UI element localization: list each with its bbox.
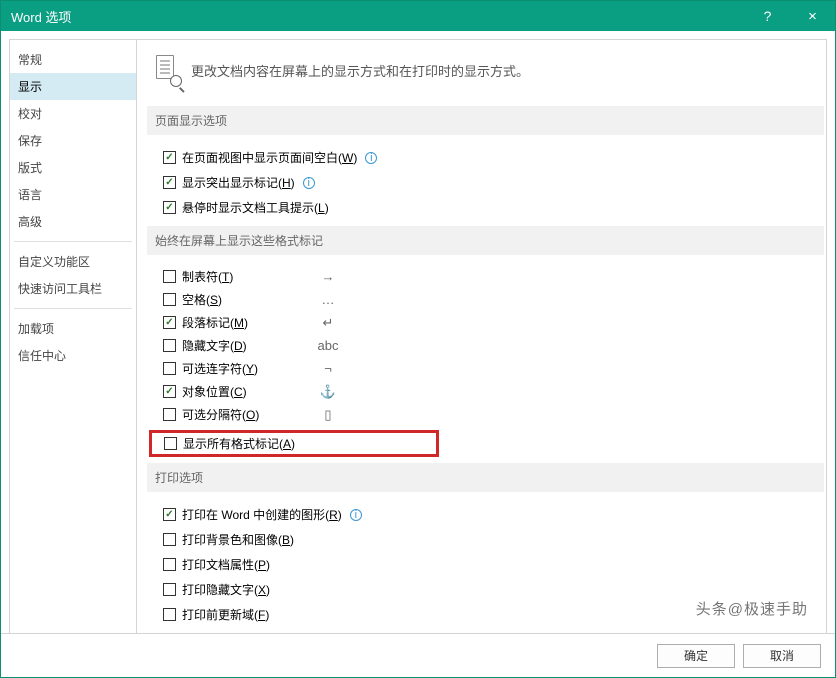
option-label: 打印前更新域(F) (182, 606, 269, 623)
help-button[interactable]: ? (745, 1, 790, 31)
format-glyph-icon: ▯ (308, 407, 348, 423)
checkbox[interactable] (163, 201, 176, 214)
option-row: 打印文档属性(P) (147, 552, 824, 577)
formatting-mark-row: 可选连字符(Y) ¬ (147, 357, 824, 380)
dialog-footer: 确定 取消 (1, 633, 835, 677)
option-label: 打印隐藏文字(X) (182, 581, 270, 598)
option-row: 显示突出显示标记(H) i (147, 170, 824, 195)
info-icon[interactable]: i (350, 509, 362, 521)
format-glyph-icon: ⚓ (308, 384, 348, 400)
option-label: 对象位置(C) (182, 383, 302, 400)
sidebar-item[interactable]: 常规 (10, 46, 136, 73)
sidebar-item[interactable]: 高级 (10, 208, 136, 235)
content-pane: 更改文档内容在屏幕上的显示方式和在打印时的显示方式。 页面显示选项 在页面视图中… (137, 39, 827, 633)
sidebar-item[interactable]: 显示 (10, 73, 136, 100)
option-row: 打印隐藏文字(X) (147, 577, 824, 602)
checkbox[interactable] (163, 533, 176, 546)
window-title: Word 选项 (11, 7, 745, 26)
formatting-mark-row: 制表符(T) → (147, 265, 824, 288)
option-row: 打印背景色和图像(B) (147, 527, 824, 552)
checkbox[interactable] (163, 293, 176, 306)
option-row: 打印在 Word 中创建的图形(R) i (147, 502, 824, 527)
formatting-mark-row: 隐藏文字(D) abc (147, 334, 824, 357)
checkbox-show-all-formatting[interactable] (164, 437, 177, 450)
option-label: 可选分隔符(O) (182, 406, 302, 423)
cancel-button[interactable]: 取消 (743, 644, 821, 668)
sidebar-item[interactable]: 信任中心 (10, 342, 136, 369)
sidebar-item[interactable]: 语言 (10, 181, 136, 208)
option-label: 打印在 Word 中创建的图形(R) (182, 506, 342, 523)
formatting-mark-row: 对象位置(C) ⚓ (147, 380, 824, 403)
checkbox[interactable] (163, 270, 176, 283)
formatting-mark-row: 段落标记(M) ↵ (147, 311, 824, 334)
sidebar-item[interactable]: 自定义功能区 (10, 248, 136, 275)
option-row: 打印前更新域(F) (147, 602, 824, 627)
option-label: 显示突出显示标记(H) (182, 174, 295, 191)
format-glyph-icon: abc (308, 338, 348, 353)
checkbox[interactable] (163, 385, 176, 398)
checkbox[interactable] (163, 508, 176, 521)
section-print-options: 打印选项 (147, 463, 824, 492)
close-button[interactable]: × (790, 1, 835, 31)
option-label: 悬停时显示文档工具提示(L) (182, 199, 329, 216)
dialog-body: 常规显示校对保存版式语言高级自定义功能区快速访问工具栏加载项信任中心 更改文档内… (1, 31, 835, 633)
page-header: 更改文档内容在屏幕上的显示方式和在打印时的显示方式。 (147, 50, 824, 100)
option-row: 在页面视图中显示页面间空白(W) i (147, 145, 824, 170)
content-scroll[interactable]: 更改文档内容在屏幕上的显示方式和在打印时的显示方式。 页面显示选项 在页面视图中… (137, 40, 826, 633)
checkbox[interactable] (163, 408, 176, 421)
section-formatting-marks: 始终在屏幕上显示这些格式标记 (147, 226, 824, 255)
option-label: 隐藏文字(D) (182, 337, 302, 354)
info-icon[interactable]: i (365, 152, 377, 164)
checkbox[interactable] (163, 316, 176, 329)
header-text: 更改文档内容在屏幕上的显示方式和在打印时的显示方式。 (191, 61, 529, 80)
checkbox[interactable] (163, 608, 176, 621)
dialog-window: Word 选项 ? × 常规显示校对保存版式语言高级自定义功能区快速访问工具栏加… (0, 0, 836, 678)
show-all-formatting-label: 显示所有格式标记(A) (183, 435, 295, 452)
format-glyph-icon: ¬ (308, 361, 348, 376)
formatting-mark-row: 可选分隔符(O) ▯ (147, 403, 824, 426)
sidebar-item[interactable]: 加载项 (10, 315, 136, 342)
option-label: 可选连字符(Y) (182, 360, 302, 377)
checkbox[interactable] (163, 362, 176, 375)
section-page-display: 页面显示选项 (147, 106, 824, 135)
format-glyph-icon: ↵ (308, 315, 348, 331)
show-all-formatting-highlight: 显示所有格式标记(A) (149, 430, 439, 457)
formatting-mark-row: 空格(S) … (147, 288, 824, 311)
option-label: 段落标记(M) (182, 314, 302, 331)
option-label: 打印背景色和图像(B) (182, 531, 294, 548)
info-icon[interactable]: i (303, 177, 315, 189)
sidebar-item[interactable]: 快速访问工具栏 (10, 275, 136, 302)
sidebar: 常规显示校对保存版式语言高级自定义功能区快速访问工具栏加载项信任中心 (9, 39, 137, 633)
sidebar-separator (14, 308, 132, 309)
sidebar-item[interactable]: 校对 (10, 100, 136, 127)
option-label: 制表符(T) (182, 268, 302, 285)
display-settings-icon (153, 54, 181, 86)
option-label: 在页面视图中显示页面间空白(W) (182, 149, 357, 166)
format-glyph-icon: → (308, 269, 348, 284)
sidebar-item[interactable]: 保存 (10, 127, 136, 154)
sidebar-separator (14, 241, 132, 242)
checkbox[interactable] (163, 583, 176, 596)
checkbox[interactable] (163, 339, 176, 352)
checkbox[interactable] (163, 151, 176, 164)
sidebar-item[interactable]: 版式 (10, 154, 136, 181)
option-label: 空格(S) (182, 291, 302, 308)
title-bar: Word 选项 ? × (1, 1, 835, 31)
format-glyph-icon: … (308, 292, 348, 307)
option-row: 悬停时显示文档工具提示(L) (147, 195, 824, 220)
ok-button[interactable]: 确定 (657, 644, 735, 668)
option-label: 打印文档属性(P) (182, 556, 270, 573)
checkbox[interactable] (163, 558, 176, 571)
checkbox[interactable] (163, 176, 176, 189)
